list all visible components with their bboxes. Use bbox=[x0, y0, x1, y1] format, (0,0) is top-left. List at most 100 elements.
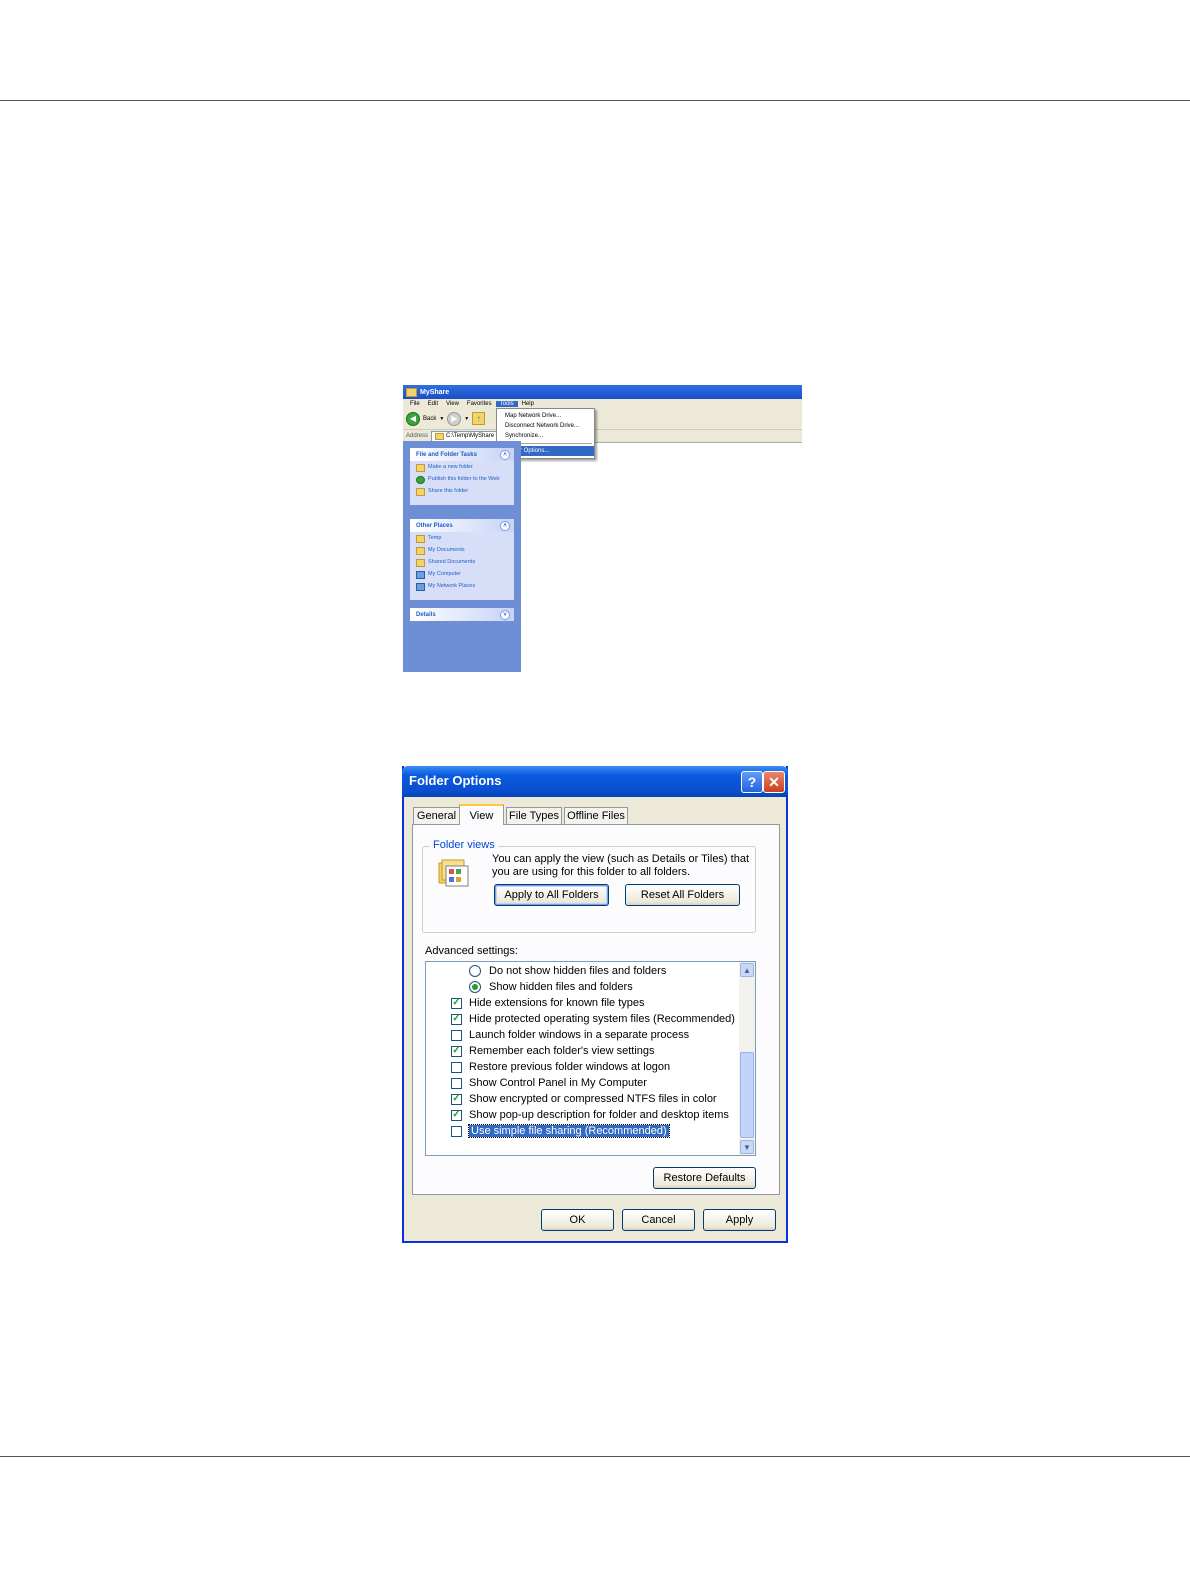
restore-defaults-button[interactable]: Restore Defaults bbox=[653, 1167, 756, 1189]
documents-icon bbox=[416, 547, 425, 555]
setting-show-hidden[interactable]: Show hidden files and folders bbox=[469, 979, 633, 995]
checkbox[interactable] bbox=[451, 1077, 462, 1089]
address-input[interactable]: C:\Temp\MyShare bbox=[431, 430, 499, 442]
task-label: Publish this folder to the Web bbox=[428, 476, 500, 482]
checkbox[interactable] bbox=[451, 1061, 462, 1073]
tab-file-types[interactable]: File Types bbox=[506, 807, 562, 824]
menu-item-disconnect-network-drive[interactable]: Disconnect Network Drive... bbox=[497, 421, 594, 431]
place-temp[interactable]: Temp bbox=[416, 535, 509, 543]
checkbox-checked[interactable]: ✓ bbox=[451, 1045, 462, 1057]
place-label: My Documents bbox=[428, 547, 465, 553]
tab-view[interactable]: View bbox=[459, 804, 504, 825]
place-label: Shared Documents bbox=[428, 559, 476, 565]
setting-do-not-show-hidden[interactable]: Do not show hidden files and folders bbox=[469, 963, 666, 979]
scroll-up-arrow-icon[interactable]: ▲ bbox=[740, 963, 754, 977]
close-button[interactable]: ✕ bbox=[763, 771, 785, 793]
setting-label: Use simple file sharing (Recommended) bbox=[468, 1124, 670, 1138]
file-folder-tasks-title: File and Folder Tasks bbox=[416, 451, 477, 458]
setting-restore-windows[interactable]: Restore previous folder windows at logon bbox=[451, 1059, 670, 1075]
place-my-documents[interactable]: My Documents bbox=[416, 547, 509, 555]
menu-tools[interactable]: Tools bbox=[495, 400, 518, 407]
address-label: Address bbox=[406, 433, 429, 439]
scroll-down-arrow-icon[interactable]: ▼ bbox=[740, 1140, 754, 1154]
setting-show-encrypted-color[interactable]: ✓ Show encrypted or compressed NTFS file… bbox=[451, 1091, 717, 1107]
setting-label: Hide protected operating system files (R… bbox=[469, 1013, 735, 1025]
setting-show-popup-description[interactable]: ✓ Show pop-up description for folder and… bbox=[451, 1107, 729, 1123]
menu-edit[interactable]: Edit bbox=[424, 401, 442, 407]
menu-view[interactable]: View bbox=[442, 401, 463, 407]
place-label: Temp bbox=[428, 535, 442, 541]
help-button[interactable]: ? bbox=[741, 771, 763, 793]
task-share-folder[interactable]: Share this folder bbox=[416, 488, 509, 496]
tab-offline-files[interactable]: Offline Files bbox=[564, 807, 628, 824]
radio-button-selected[interactable] bbox=[469, 981, 481, 993]
menu-item-map-network-drive[interactable]: Map Network Drive... bbox=[497, 411, 594, 421]
expand-chevron-icon[interactable]: ˅ bbox=[500, 610, 510, 620]
setting-show-control-panel[interactable]: Show Control Panel in My Computer bbox=[451, 1075, 647, 1091]
back-dropdown-icon[interactable]: ▼ bbox=[439, 416, 444, 422]
forward-arrow-icon[interactable]: ▶ bbox=[447, 411, 462, 426]
place-shared-documents[interactable]: Shared Documents bbox=[416, 559, 509, 567]
setting-label: Restore previous folder windows at logon bbox=[469, 1061, 671, 1073]
settings-scrollbar[interactable]: ▲ ▼ bbox=[739, 962, 755, 1155]
details-panel: Details ˅ bbox=[410, 608, 514, 621]
collapse-chevron-icon[interactable]: ˄ bbox=[500, 450, 510, 460]
menu-item-synchronize[interactable]: Synchronize... bbox=[497, 431, 594, 441]
explorer-toolbar: ◀ Back ▼ ▶ ▼ ↑ bbox=[403, 408, 802, 430]
folder-options-dialog: Folder Options ? ✕ General View File Typ… bbox=[402, 766, 788, 1243]
back-arrow-icon[interactable]: ◀ bbox=[406, 411, 420, 426]
place-my-network-places[interactable]: My Network Places bbox=[416, 583, 509, 591]
forward-dropdown-icon[interactable]: ▼ bbox=[464, 416, 469, 422]
details-header[interactable]: Details ˅ bbox=[410, 608, 514, 621]
reset-all-folders-button[interactable]: Reset All Folders bbox=[625, 884, 740, 906]
folder-icon bbox=[416, 559, 425, 567]
setting-simple-file-sharing[interactable]: Use simple file sharing (Recommended) bbox=[451, 1123, 670, 1139]
checkbox[interactable] bbox=[451, 1029, 462, 1041]
tab-general[interactable]: General bbox=[413, 807, 460, 824]
collapse-chevron-icon[interactable]: ˄ bbox=[500, 521, 510, 531]
apply-button[interactable]: Apply bbox=[703, 1209, 776, 1231]
advanced-settings-list[interactable]: Do not show hidden files and folders Sho… bbox=[425, 961, 756, 1156]
setting-hide-extensions[interactable]: ✓ Hide extensions for known file types bbox=[451, 995, 644, 1011]
setting-remember-view[interactable]: ✓ Remember each folder's view settings bbox=[451, 1043, 655, 1059]
network-icon bbox=[416, 583, 425, 591]
help-icon: ? bbox=[747, 774, 757, 790]
radio-button[interactable] bbox=[469, 965, 481, 977]
back-button-label[interactable]: Back bbox=[423, 416, 436, 422]
scrollbar-thumb[interactable] bbox=[740, 1052, 754, 1138]
checkbox[interactable] bbox=[451, 1125, 462, 1137]
other-places-title: Other Places bbox=[416, 522, 453, 529]
menu-favorites[interactable]: Favorites bbox=[463, 401, 496, 407]
checkbox-checked[interactable]: ✓ bbox=[451, 1013, 462, 1025]
explorer-window: MyShare File Edit View Favorites Tools H… bbox=[403, 385, 802, 672]
setting-launch-separate-process[interactable]: Launch folder windows in a separate proc… bbox=[451, 1027, 689, 1043]
place-my-computer[interactable]: My Computer bbox=[416, 571, 509, 579]
address-folder-icon bbox=[435, 432, 445, 440]
checkbox-checked[interactable]: ✓ bbox=[451, 1093, 462, 1105]
folder-views-title: Folder views bbox=[430, 839, 498, 851]
explorer-title-bar: MyShare bbox=[403, 385, 802, 399]
checkbox-checked[interactable]: ✓ bbox=[451, 997, 462, 1009]
folder-icon bbox=[406, 387, 417, 397]
task-publish-to-web[interactable]: Publish this folder to the Web bbox=[416, 476, 509, 484]
setting-hide-protected-files[interactable]: ✓ Hide protected operating system files … bbox=[451, 1011, 735, 1027]
file-folder-tasks-panel: File and Folder Tasks ˄ Make a new folde… bbox=[410, 448, 514, 505]
checkbox-checked[interactable]: ✓ bbox=[451, 1109, 462, 1121]
setting-label: Show encrypted or compressed NTFS files … bbox=[469, 1093, 717, 1105]
other-places-panel: Other Places ˄ Temp My Documents Shared … bbox=[410, 519, 514, 600]
ok-button[interactable]: OK bbox=[541, 1209, 614, 1231]
file-folder-tasks-header[interactable]: File and Folder Tasks ˄ bbox=[410, 448, 514, 461]
menu-file[interactable]: File bbox=[406, 401, 424, 407]
explorer-title: MyShare bbox=[420, 388, 450, 396]
cancel-button[interactable]: Cancel bbox=[622, 1209, 695, 1231]
task-make-new-folder[interactable]: Make a new folder bbox=[416, 464, 509, 472]
folder-views-icon bbox=[438, 859, 469, 887]
apply-to-all-folders-button[interactable]: Apply to All Folders bbox=[494, 884, 609, 906]
setting-label: Remember each folder's view settings bbox=[469, 1045, 655, 1057]
menu-help[interactable]: Help bbox=[518, 401, 538, 407]
folder-up-icon[interactable]: ↑ bbox=[472, 412, 486, 425]
other-places-header[interactable]: Other Places ˄ bbox=[410, 519, 514, 532]
dialog-title: Folder Options bbox=[409, 773, 502, 788]
dialog-title-bar: Folder Options ? ✕ bbox=[402, 766, 788, 797]
task-label: Share this folder bbox=[428, 488, 469, 494]
